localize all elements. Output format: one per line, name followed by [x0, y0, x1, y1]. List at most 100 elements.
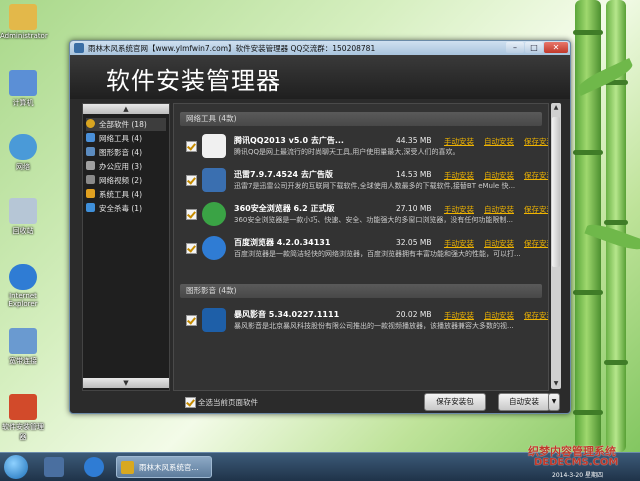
desktop-icon-software-manager[interactable]: 软件安装管理器 — [0, 394, 46, 442]
start-button[interactable] — [4, 455, 28, 479]
maximize-button[interactable]: □ — [525, 42, 543, 53]
taskbar-task-label: 雨林木风系统官... — [139, 463, 199, 472]
software-manager-icon — [121, 461, 134, 474]
software-list: 网络工具 (4款) 腾讯QQ2013 v5.0 去广告... 44.35 MB … — [173, 103, 549, 391]
category-sidebar: ▲ 全部软件 (18) 网络工具 (4) 图形影音 (4) 办公应用 (3) 网… — [82, 103, 170, 391]
select-all-checkbox[interactable] — [185, 397, 196, 408]
desktop-icon-computer[interactable]: 计算机 — [0, 70, 46, 108]
sidebar-item-graphics-media[interactable]: 图形影音 (4) — [86, 146, 166, 159]
close-button[interactable]: ✕ — [544, 42, 568, 53]
bamboo-node — [573, 410, 603, 415]
sidebar-item-label: 办公应用 (3) — [99, 162, 143, 171]
app-size: 44.35 MB — [396, 136, 432, 145]
baofeng-player-icon — [202, 308, 226, 332]
auto-install-link[interactable]: 自动安装 — [484, 310, 514, 321]
desktop-switch-icon[interactable] — [44, 457, 64, 477]
app-checkbox[interactable] — [186, 141, 197, 152]
app-description: 百度浏览器是一款简洁轻快的网络浏览器，百度浏览器拥有丰富功能和强大的性能，可以打… — [234, 250, 521, 258]
auto-install-button[interactable]: 自动安装 — [498, 393, 550, 411]
scroll-down-arrow-icon[interactable]: ▼ — [551, 379, 561, 389]
desktop-icon-label: 计算机 — [12, 99, 34, 107]
save-package-link[interactable]: 保存安装包 — [524, 238, 548, 249]
sidebar-scroll-up[interactable]: ▲ — [83, 104, 169, 114]
manual-install-link[interactable]: 手动安装 — [444, 170, 474, 181]
office-icon — [86, 161, 95, 170]
sidebar-item-label: 安全杀毒 (1) — [99, 204, 143, 213]
internet-explorer-icon — [9, 264, 37, 290]
bamboo-node — [573, 30, 603, 35]
minimize-button[interactable]: – — [506, 42, 524, 53]
app-size: 14.53 MB — [396, 170, 432, 179]
sidebar-item-network-tools[interactable]: 网络工具 (4) — [86, 132, 166, 145]
manual-install-link[interactable]: 手动安装 — [444, 238, 474, 249]
save-package-link[interactable]: 保存安装包 — [524, 170, 548, 181]
list-item: 暴风影音 5.34.0227.1111 20.02 MB 手动安装 自动安装 保… — [174, 304, 548, 338]
app-icon — [74, 43, 84, 53]
list-item: 迅雷7.9.7.4524 去广告版 14.53 MB 手动安装 自动安装 保存安… — [174, 164, 548, 198]
save-package-link[interactable]: 保存安装包 — [524, 136, 548, 147]
bamboo-node — [573, 150, 603, 155]
app-name: 暴风影音 5.34.0227.1111 — [234, 310, 340, 319]
sidebar-item-label: 图形影音 (4) — [99, 148, 143, 157]
manual-install-link[interactable]: 手动安装 — [444, 136, 474, 147]
list-item: 腾讯QQ2013 v5.0 去广告... 44.35 MB 手动安装 自动安装 … — [174, 130, 548, 164]
desktop-icon-administrator[interactable]: Administrator — [0, 4, 48, 40]
auto-install-link[interactable]: 自动安装 — [484, 204, 514, 215]
user-folder-icon — [9, 4, 37, 30]
manual-install-link[interactable]: 手动安装 — [444, 310, 474, 321]
app-name: 迅雷7.9.7.4524 去广告版 — [234, 170, 333, 179]
desktop-icon-label: 软件安装管理器 — [2, 423, 44, 441]
auto-install-link[interactable]: 自动安装 — [484, 136, 514, 147]
sidebar-item-label: 网络工具 (4) — [99, 134, 143, 143]
sidebar-item-all[interactable]: 全部软件 (18) — [86, 118, 166, 131]
software-manager-window: 雨林木风系统官网【www.ylmfwin7.com】软件安装管理器 QQ交流群：… — [69, 40, 571, 414]
desktop-icon-network[interactable]: 网络 — [0, 134, 46, 172]
desktop-icon-internet-explorer[interactable]: Internet Explorer — [0, 264, 46, 308]
sidebar-item-security[interactable]: 安全杀毒 (1) — [86, 202, 166, 215]
manual-install-link[interactable]: 手动安装 — [444, 204, 474, 215]
save-package-link[interactable]: 保存安装包 — [524, 204, 548, 215]
thunder-bird-icon — [202, 168, 226, 192]
app-checkbox[interactable] — [186, 243, 197, 254]
network-globe-icon — [9, 134, 37, 160]
sidebar-scroll-down[interactable]: ▼ — [83, 378, 169, 388]
desktop-icon-recycle-bin[interactable]: 回收站 — [0, 198, 46, 236]
sidebar-item-label: 全部软件 (18) — [99, 120, 147, 129]
internet-explorer-icon[interactable] — [84, 457, 104, 477]
sidebar-item-system-tools[interactable]: 系统工具 (4) — [86, 188, 166, 201]
app-description: 腾讯QQ是网上最流行的时尚聊天工具,用户使用量最大,深受人们的喜欢。 — [234, 148, 460, 156]
baidu-browser-icon — [202, 236, 226, 260]
auto-install-link[interactable]: 自动安装 — [484, 238, 514, 249]
watermark-site: DEDECMS.COM — [534, 457, 619, 468]
desktop-icon-label: 回收站 — [12, 227, 34, 235]
app-description: 360安全浏览器是一款小巧、快速、安全、功能强大的多窗口浏览器，没有任何功能限制… — [234, 216, 514, 224]
sidebar-item-label: 系统工具 (4) — [99, 190, 143, 199]
app-description: 迅雷7是迅雷公司开发的互联网下载软件,全球使用人数最多的下载软件,接替BT eM… — [234, 182, 516, 190]
desktop-icon-label: Internet Explorer — [8, 292, 38, 308]
network-video-icon — [86, 175, 95, 184]
network-tools-icon — [86, 133, 95, 142]
save-packages-button[interactable]: 保存安装包 — [424, 393, 486, 411]
software-manager-icon — [9, 394, 37, 420]
app-checkbox[interactable] — [186, 315, 197, 326]
sidebar-item-office[interactable]: 办公应用 (3) — [86, 160, 166, 173]
group-header-graphics-media: 图形影音 (4款) — [180, 284, 542, 298]
taskbar-task-software-manager[interactable]: 雨林木风系统官... — [116, 456, 212, 478]
scroll-up-arrow-icon[interactable]: ▲ — [551, 103, 561, 113]
sidebar-item-network-video[interactable]: 网络视频 (2) — [86, 174, 166, 187]
app-checkbox[interactable] — [186, 175, 197, 186]
list-scrollbar[interactable]: ▲ ▼ — [551, 103, 561, 389]
desktop-icon-label: Administrator — [0, 32, 48, 40]
bamboo-node — [604, 220, 628, 225]
auto-install-link[interactable]: 自动安装 — [484, 170, 514, 181]
graphics-media-icon — [86, 147, 95, 156]
app-size: 20.02 MB — [396, 310, 432, 319]
app-checkbox[interactable] — [186, 209, 197, 220]
app-size: 27.10 MB — [396, 204, 432, 213]
title-bar[interactable]: 雨林木风系统官网【www.ylmfwin7.com】软件安装管理器 QQ交流群：… — [70, 41, 570, 55]
scrollbar-thumb[interactable] — [552, 117, 560, 267]
save-package-link[interactable]: 保存安装包 — [524, 310, 548, 321]
auto-install-dropdown[interactable]: ▼ — [548, 393, 560, 411]
desktop-icon-broadband[interactable]: 宽带连接 — [0, 328, 46, 366]
clock-date: 2014-3-20 星期四 — [552, 472, 603, 479]
